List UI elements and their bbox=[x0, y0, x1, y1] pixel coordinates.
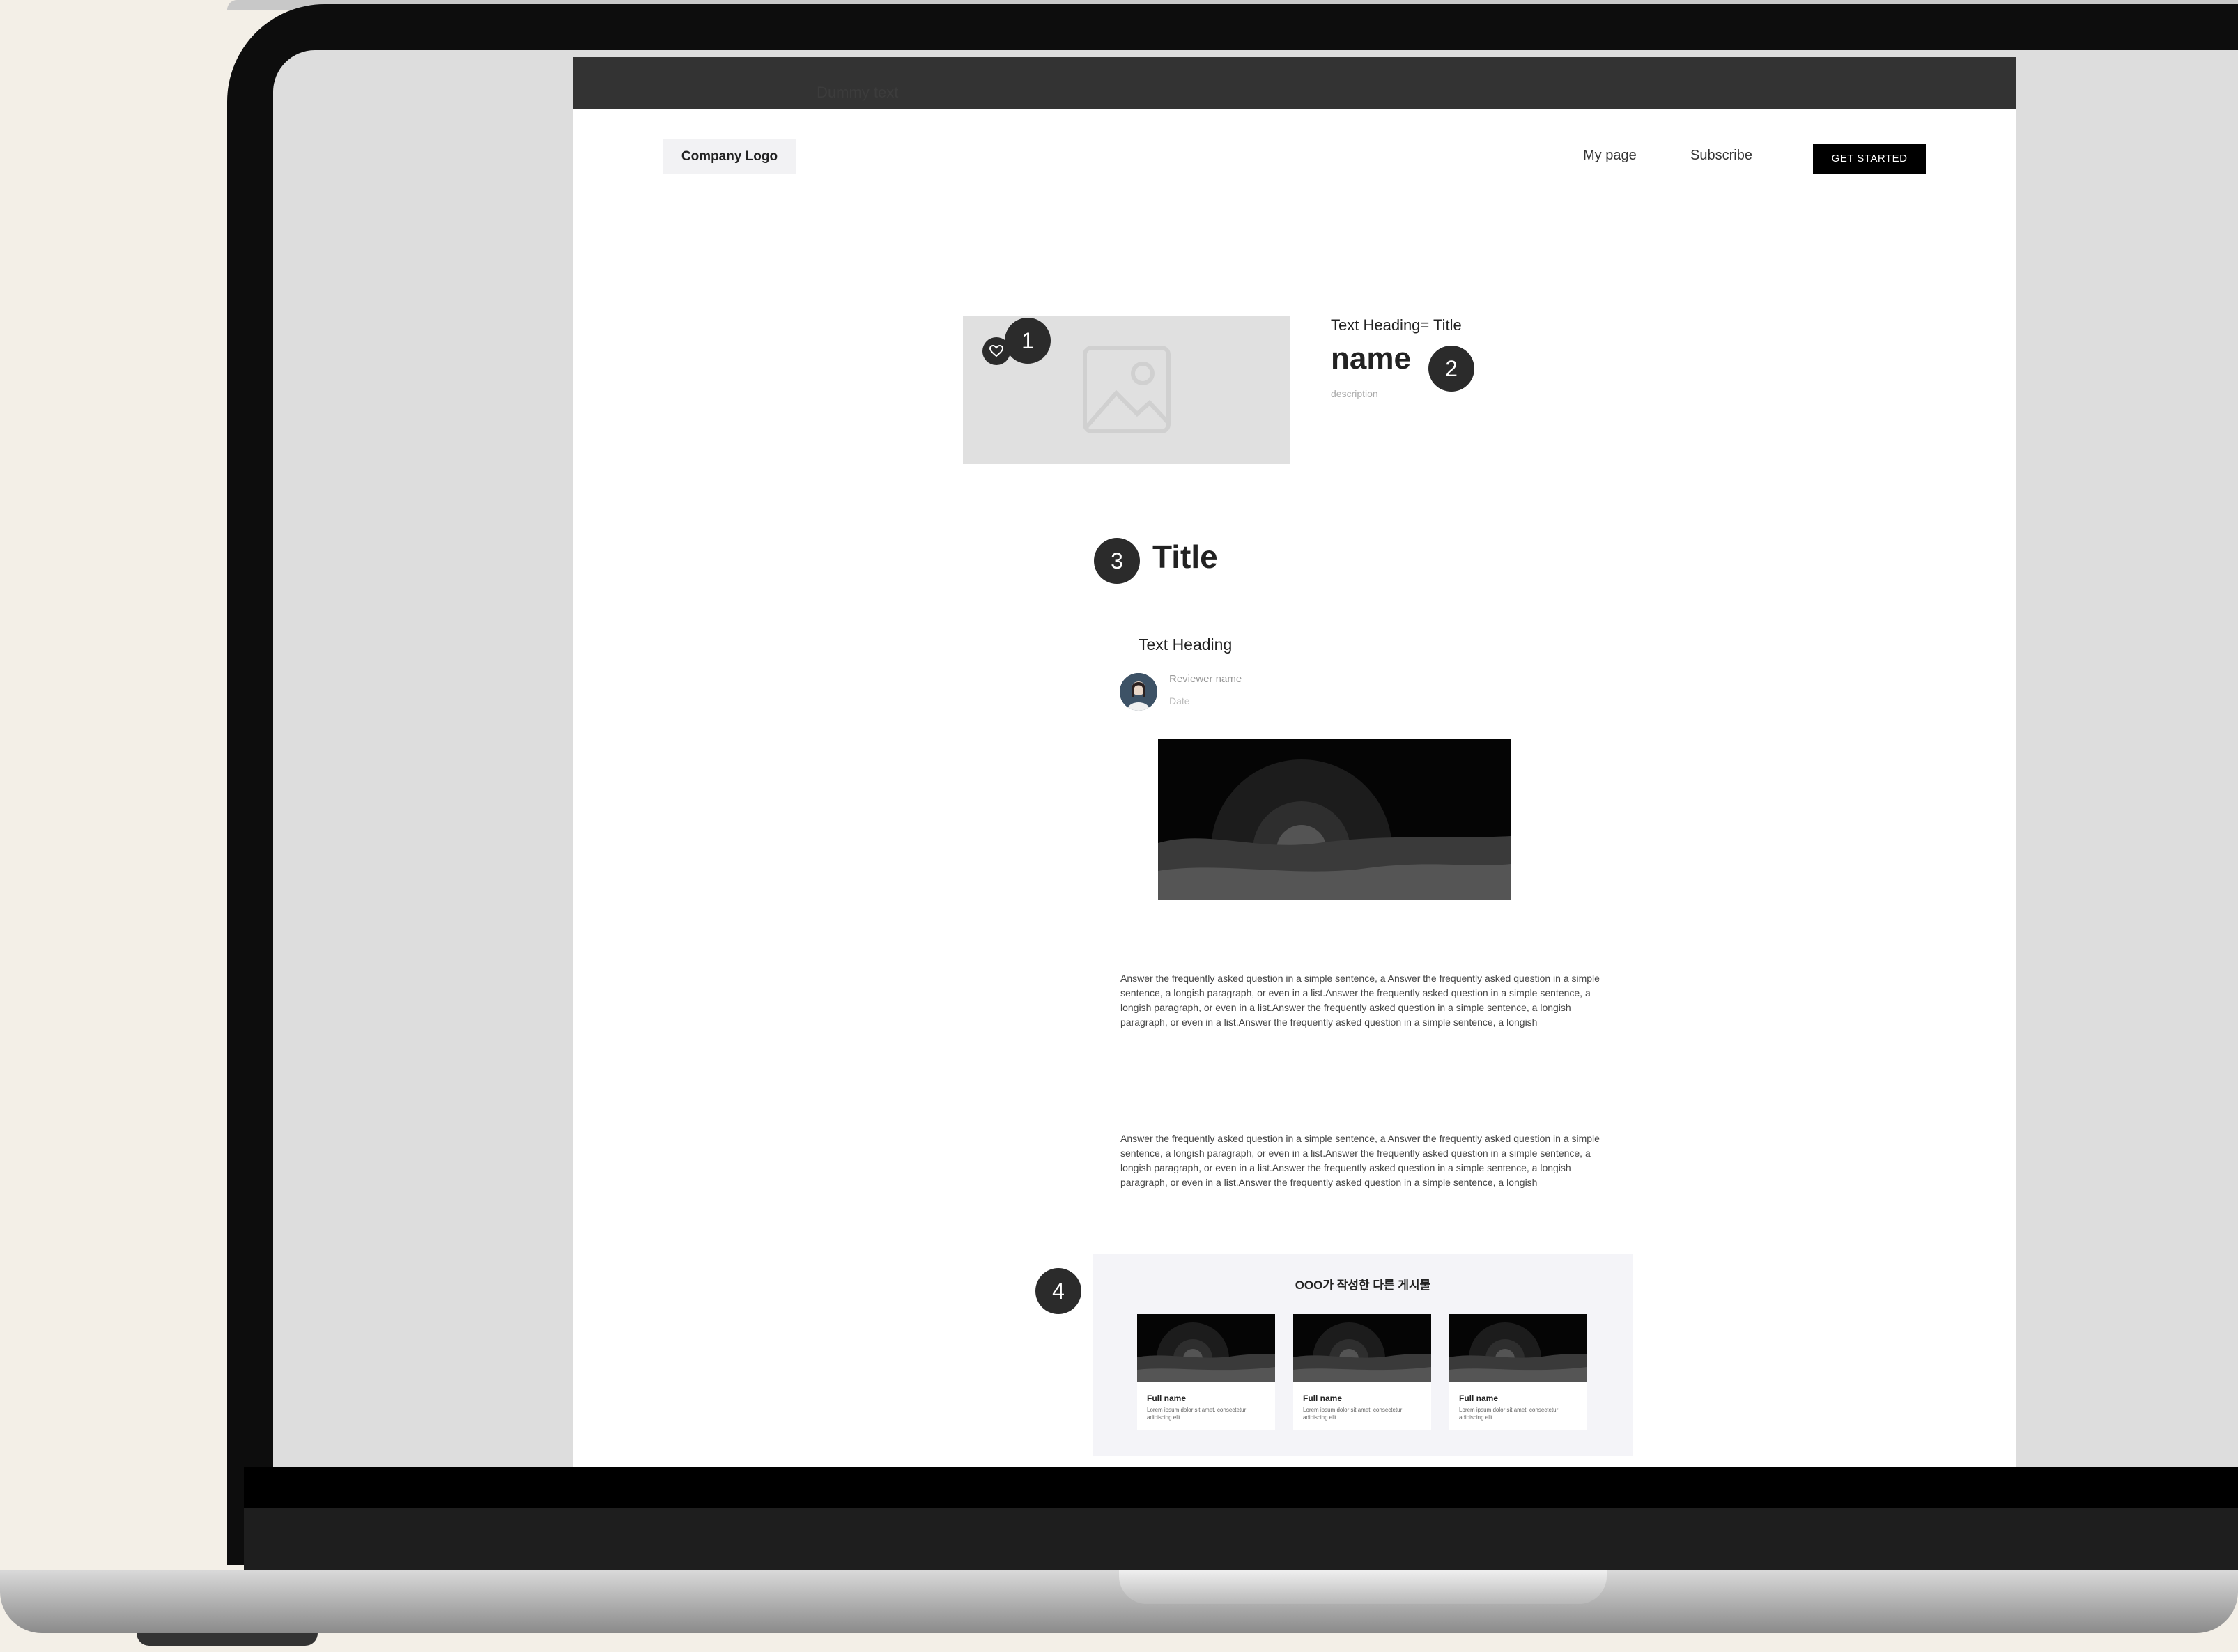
post-card-name: Full name bbox=[1147, 1394, 1187, 1403]
post-card-desc: Lorem ipsum dolor sit amet, consectetur … bbox=[1147, 1407, 1247, 1421]
other-posts-title: OOO가 작성한 다른 게시물 bbox=[1295, 1279, 1431, 1292]
other-posts-section: OOO가 작성한 다른 게시물 Full name Lorem ipsum do… bbox=[1093, 1254, 1633, 1456]
top-banner: Dummy text bbox=[573, 57, 2016, 109]
annotation-marker-4: 4 bbox=[1035, 1268, 1081, 1314]
company-logo[interactable]: Company Logo bbox=[663, 139, 796, 174]
post-card-desc: Lorem ipsum dolor sit amet, consectetur … bbox=[1459, 1407, 1559, 1421]
post-card-name: Full name bbox=[1303, 1394, 1343, 1403]
image-placeholder-icon bbox=[1083, 346, 1171, 433]
get-started-button[interactable]: GET STARTED bbox=[1813, 144, 1926, 174]
review-paragraph-2: Answer the frequently asked question in … bbox=[1120, 1133, 1600, 1188]
review-image bbox=[1158, 739, 1511, 900]
annotation-marker-2: 2 bbox=[1428, 346, 1474, 392]
post-card[interactable]: Full name Lorem ipsum dolor sit amet, co… bbox=[1293, 1314, 1431, 1430]
post-card-image bbox=[1293, 1314, 1431, 1382]
top-banner-text: Dummy text bbox=[817, 84, 899, 101]
laptop-notch bbox=[1119, 1570, 1607, 1604]
post-card[interactable]: Full name Lorem ipsum dolor sit amet, co… bbox=[1449, 1314, 1587, 1430]
annotation-marker-3: 3 bbox=[1094, 538, 1140, 584]
post-card-name: Full name bbox=[1459, 1394, 1499, 1403]
nav-my-page[interactable]: My page bbox=[1583, 148, 1637, 164]
laptop-bottom-bezel bbox=[244, 1467, 2238, 1508]
hero-heading: Text Heading= Title bbox=[1331, 316, 1462, 334]
post-card-image bbox=[1137, 1314, 1275, 1382]
post-card-image bbox=[1449, 1314, 1587, 1382]
laptop-hinge bbox=[244, 1508, 2238, 1570]
hero-description: description bbox=[1331, 388, 1378, 399]
web-page: Dummy text Company Logo My page Subscrib… bbox=[573, 57, 2016, 1467]
avatar bbox=[1120, 673, 1157, 711]
review-date: Date bbox=[1169, 695, 1190, 707]
post-card[interactable]: Full name Lorem ipsum dolor sit amet, co… bbox=[1137, 1314, 1275, 1430]
reviewer-name: Reviewer name bbox=[1169, 673, 1242, 685]
laptop-foot bbox=[137, 1633, 318, 1646]
text-heading: Text Heading bbox=[1139, 635, 1233, 654]
post-card-desc: Lorem ipsum dolor sit amet, consectetur … bbox=[1303, 1407, 1403, 1421]
nav-subscribe[interactable]: Subscribe bbox=[1690, 148, 1752, 164]
annotation-marker-1: 1 bbox=[1005, 318, 1051, 364]
review-paragraph-1: Answer the frequently asked question in … bbox=[1120, 973, 1600, 1028]
section-title: Title bbox=[1152, 539, 1218, 575]
hero-name: name bbox=[1331, 341, 1411, 376]
